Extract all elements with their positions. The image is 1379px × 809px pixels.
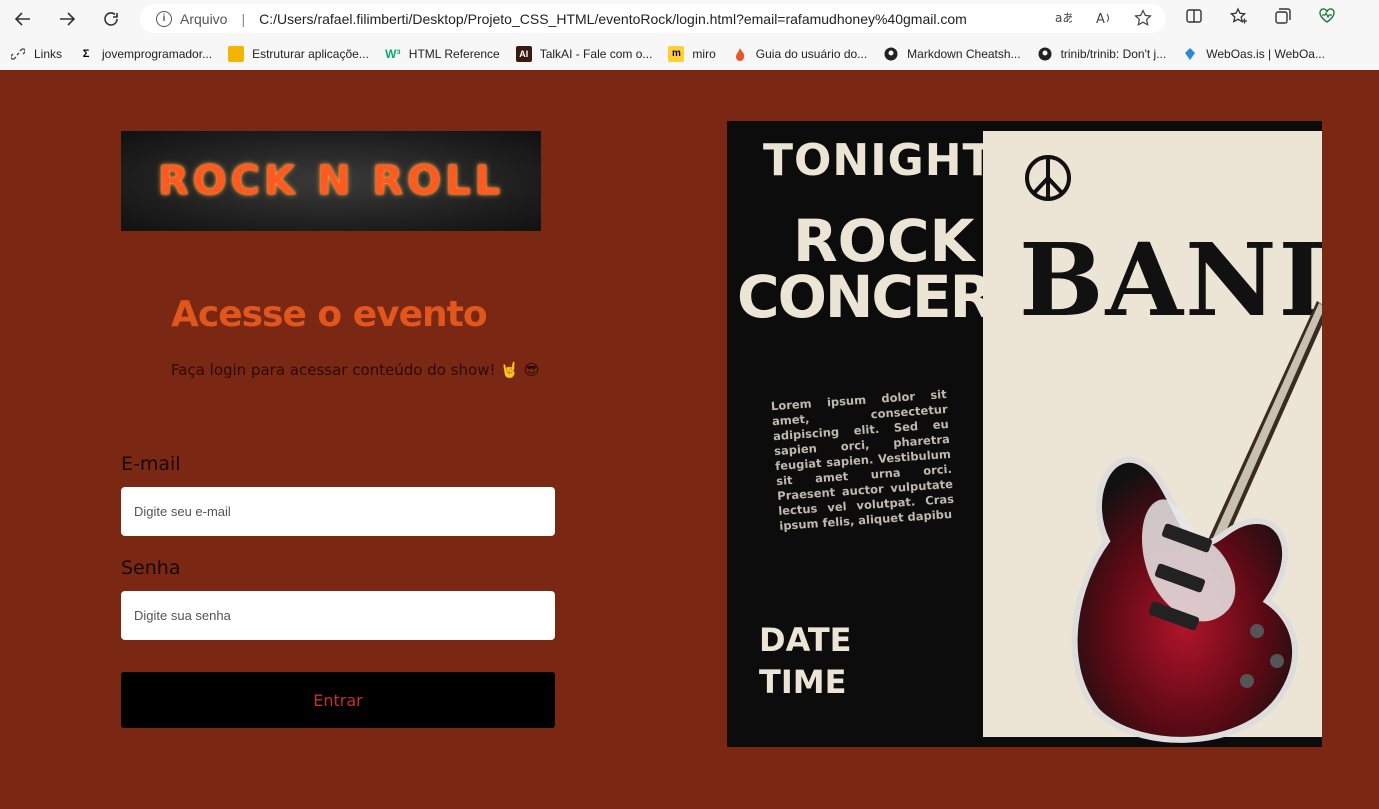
bookmark-label: Guia do usuário do...: [755, 46, 868, 61]
jp-icon: Ʃ: [82, 47, 90, 60]
bookmark-markdown[interactable]: Markdown Cheatsh...: [883, 46, 1021, 62]
bookmark-label: WebOas.is | WebOa...: [1206, 46, 1325, 61]
svg-text:A: A: [1096, 12, 1105, 27]
bookmark-guia[interactable]: Guia do usuário do...: [732, 46, 867, 62]
ai-icon: AI: [515, 45, 532, 62]
poster-date-text: DATE: [759, 621, 852, 659]
poster-time-text: TIME: [759, 663, 847, 701]
github-icon: [883, 46, 899, 62]
bookmark-weboasis[interactable]: WebOas.is | WebOa...: [1182, 46, 1325, 62]
page-title: Acesse o evento: [171, 294, 488, 335]
bookmark-label: trinib/trinib: Don't j...: [1060, 46, 1167, 61]
bookmark-miro[interactable]: m miro: [668, 45, 716, 62]
github-icon: [1037, 46, 1053, 62]
favorites-icon[interactable]: [1230, 7, 1248, 25]
bookmark-label: Links: [34, 46, 63, 61]
electric-guitar-icon: [1071, 301, 1322, 743]
address-protocol: Arquivo: [180, 10, 228, 27]
address-actions: aあ A: [1054, 9, 1152, 30]
rock-n-roll-logo: ROCK N ROLL: [121, 131, 541, 231]
bookmark-label: HTML Reference: [408, 46, 500, 61]
address-url[interactable]: C:/Users/rafael.filimberti/Desktop/Proje…: [259, 11, 967, 27]
link-icon: [10, 46, 26, 62]
bookmark-label: Markdown Cheatsh...: [907, 46, 1021, 61]
translate-icon[interactable]: aあ: [1054, 9, 1074, 30]
browser-health-icon[interactable]: [1318, 7, 1336, 25]
info-icon[interactable]: i: [156, 10, 172, 27]
read-aloud-icon[interactable]: A: [1094, 9, 1112, 30]
bookmark-trinib[interactable]: trinib/trinib: Don't j...: [1037, 46, 1167, 62]
password-label: Senha: [121, 557, 181, 579]
bookmark-label: Estruturar aplicaçõe...: [252, 46, 369, 61]
password-field[interactable]: [121, 591, 555, 640]
favorite-star-icon[interactable]: [1134, 9, 1152, 30]
submit-button[interactable]: Entrar: [121, 672, 555, 728]
bookmark-jovemprogramador[interactable]: Ʃ jovemprogramador...: [78, 46, 212, 62]
back-arrow-icon[interactable]: [10, 6, 36, 32]
poster-concert-text: CONCERT: [737, 263, 1029, 331]
email-field[interactable]: [121, 487, 555, 536]
bookmark-html-reference[interactable]: W³ HTML Reference: [385, 46, 500, 62]
bookmark-label: miro: [692, 46, 716, 61]
address-separator: |: [241, 10, 246, 27]
weboasis-icon: [1182, 46, 1198, 62]
svg-text:aあ: aあ: [1055, 11, 1072, 25]
rock-concert-poster: TONIGHT ROCK CONCERT BAND Lorem ipsum do…: [727, 121, 1322, 747]
bookmark-links[interactable]: Links: [10, 46, 62, 62]
flame-icon: [732, 46, 748, 62]
browser-toolbar: i Arquivo | C:/Users/rafael.filimberti/D…: [0, 0, 1379, 37]
bookmark-talkai[interactable]: AI TalkAI - Fale com o...: [515, 45, 653, 62]
forward-arrow-icon[interactable]: [54, 6, 80, 32]
bookmark-label: TalkAI - Fale com o...: [539, 46, 653, 61]
address-bar[interactable]: i Arquivo | C:/Users/rafael.filimberti/D…: [140, 4, 1166, 33]
page-content: ROCK N ROLL Acesse o evento Faça login p…: [0, 70, 1379, 809]
page-subtitle: Faça login para acessar conteúdo do show…: [171, 361, 540, 379]
poster-tonight-text: TONIGHT: [763, 135, 994, 186]
bookmark-label: jovemprogramador...: [102, 46, 213, 61]
refresh-icon[interactable]: [98, 6, 124, 32]
email-label: E-mail: [121, 453, 181, 475]
folder-icon: [228, 45, 245, 62]
split-screen-icon[interactable]: [1185, 7, 1203, 25]
miro-icon: m: [668, 45, 685, 62]
logo-text: ROCK N ROLL: [157, 158, 505, 204]
bookmark-estruturar[interactable]: Estruturar aplicaçõe...: [228, 45, 369, 62]
collections-icon[interactable]: [1274, 7, 1292, 25]
peace-sign-icon: [1025, 155, 1071, 201]
poster-lorem-text: Lorem ipsum dolor sit amet, consectetur …: [770, 387, 955, 533]
bookmarks-bar: Links Ʃ jovemprogramador... Estruturar a…: [0, 37, 1379, 70]
w3-icon: W³: [385, 46, 401, 61]
